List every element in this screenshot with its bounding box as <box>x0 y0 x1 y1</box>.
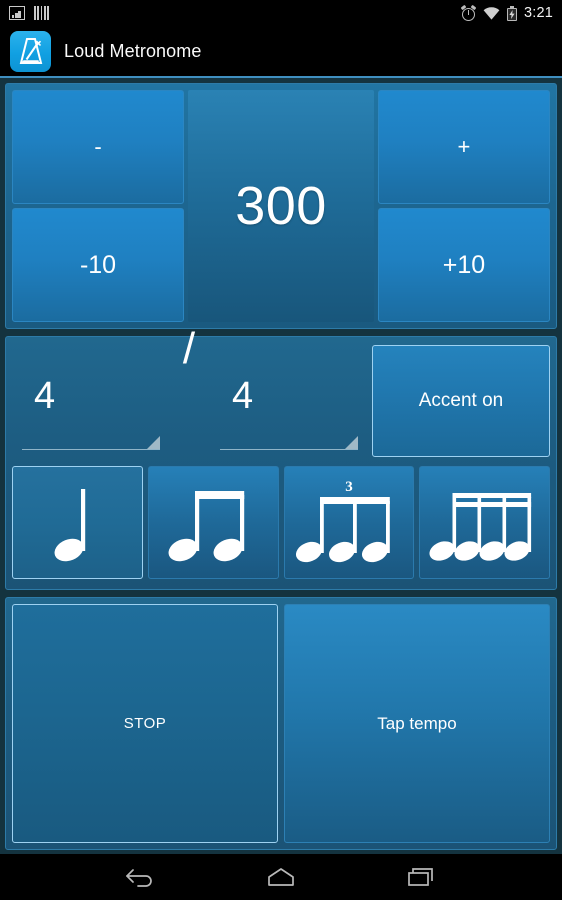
spinner-underline <box>220 449 358 450</box>
bars-icon <box>34 6 49 20</box>
bpm-value: 300 <box>235 176 327 236</box>
beats-per-bar-spinner[interactable]: 4 <box>12 343 168 460</box>
triplet-number: 3 <box>345 479 353 495</box>
increment-ten-button[interactable]: +10 <box>377 208 550 322</box>
alarm-icon <box>460 4 477 21</box>
system-navigation-bar <box>0 854 562 900</box>
beat-unit-spinner[interactable]: 4 <box>210 343 366 460</box>
tap-tempo-button[interactable]: Tap tempo <box>284 604 550 843</box>
status-bar-left-icons <box>0 6 49 20</box>
decrement-ten-button[interactable]: -10 <box>12 208 185 322</box>
back-button[interactable] <box>117 860 163 894</box>
time-signature-row: 4 / 4 Accent on <box>12 327 550 460</box>
tempo-panel: - 300 + -10 +10 <box>5 83 557 329</box>
back-icon <box>126 869 153 887</box>
time-signature-controls: 4 / 4 <box>12 327 366 460</box>
controls-panel: STOP Tap tempo <box>5 597 557 850</box>
sixteenth-notes-icon <box>429 492 531 561</box>
triplet-notes-icon: 3 <box>295 479 390 562</box>
recents-button[interactable] <box>399 860 445 894</box>
device-screen: 3:21 Loud Metronome - 300 + -10 +10 4 / … <box>0 0 562 900</box>
subdivision-sixteenth-notes-button[interactable] <box>419 466 550 579</box>
status-bar: 3:21 <box>0 0 562 26</box>
wifi-icon <box>483 6 500 20</box>
eighth-notes-icon <box>168 490 245 561</box>
recents-icon <box>407 868 433 886</box>
time-signature-separator: / <box>182 324 196 373</box>
increment-button[interactable]: + <box>377 90 550 204</box>
beats-per-bar-value: 4 <box>34 374 56 417</box>
bpm-display[interactable]: 300 <box>188 90 374 322</box>
chevron-down-icon <box>147 436 160 449</box>
beat-unit-value: 4 <box>232 374 254 417</box>
spinner-underline <box>22 449 160 450</box>
screenshot-icon <box>9 6 25 20</box>
app-content: - 300 + -10 +10 4 / 4 Accent on 3 STOP T… <box>0 76 562 854</box>
app-title: Loud Metronome <box>64 40 202 61</box>
time-signature-panel: 4 / 4 Accent on 3 <box>5 327 557 590</box>
subdivision-triplet-button[interactable]: 3 <box>283 466 415 579</box>
accent-toggle-button[interactable]: Accent on <box>372 345 550 457</box>
subdivision-row: 3 <box>12 466 550 579</box>
status-bar-clock: 3:21 <box>523 5 553 21</box>
status-bar-right-icons: 3:21 <box>460 4 562 21</box>
metronome-icon[interactable] <box>10 30 51 72</box>
subdivision-quarter-note-button[interactable] <box>12 466 143 579</box>
stop-button[interactable]: STOP <box>12 604 278 843</box>
decrement-button[interactable]: - <box>12 90 185 204</box>
battery-charging-icon <box>506 5 517 21</box>
subdivision-eighth-notes-button[interactable] <box>147 466 279 579</box>
home-icon <box>268 868 294 886</box>
chevron-down-icon <box>345 436 358 449</box>
home-button[interactable] <box>258 860 304 894</box>
app-title-bar: Loud Metronome <box>0 26 562 76</box>
quarter-note-icon <box>54 488 86 561</box>
